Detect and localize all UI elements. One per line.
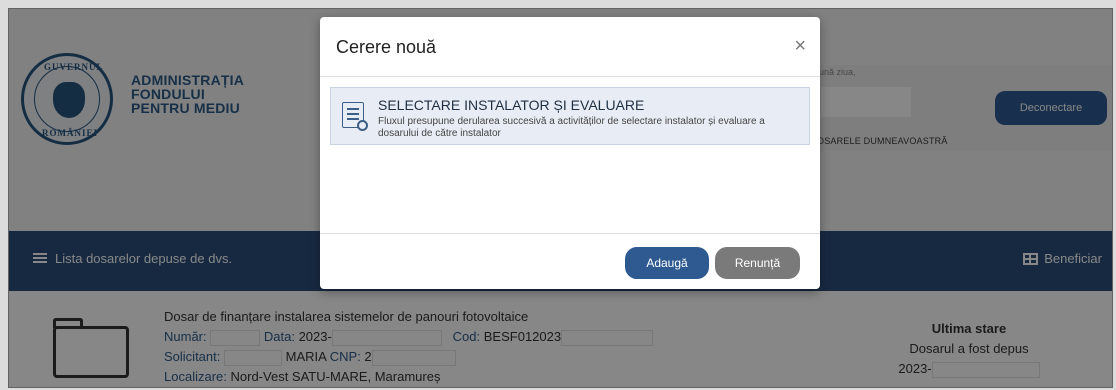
gear-icon: [357, 120, 368, 131]
option-title: SELECTARE INSTALATOR ȘI EVALUARE: [378, 97, 645, 113]
option-selectare-instalator[interactable]: SELECTARE INSTALATOR ȘI EVALUARE Fluxul …: [330, 87, 810, 145]
modal-header-divider: [320, 76, 820, 77]
new-request-modal: Cerere nouă × SELECTARE INSTALATOR ȘI EV…: [320, 17, 820, 289]
close-icon[interactable]: ×: [794, 35, 806, 58]
add-button[interactable]: Adaugă: [625, 247, 709, 279]
modal-footer-divider: [320, 233, 820, 234]
modal-title: Cerere nouă: [336, 37, 437, 57]
option-description: Fluxul presupune derularea succesivă a a…: [378, 116, 765, 139]
cancel-button[interactable]: Renunță: [715, 247, 800, 279]
app-page: GUVERNUL ROMÂNIEI ADMINISTRAȚIA FONDULUI…: [0, 0, 1116, 390]
